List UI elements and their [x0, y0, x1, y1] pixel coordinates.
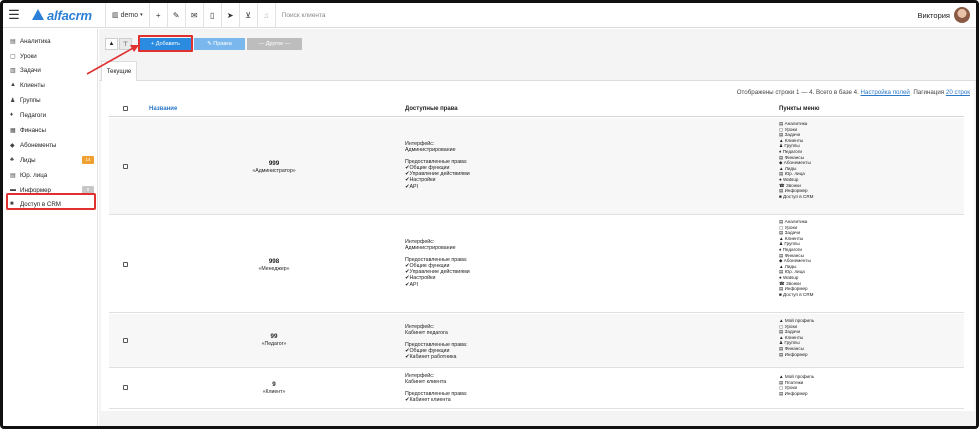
- app-window: ☰ alfacrm ▥ demo ▾ + ✎ ✉ ▯ ➤ ⊻ ♫ Поиск к…: [0, 0, 979, 429]
- annotation-arrow: [86, 45, 139, 75]
